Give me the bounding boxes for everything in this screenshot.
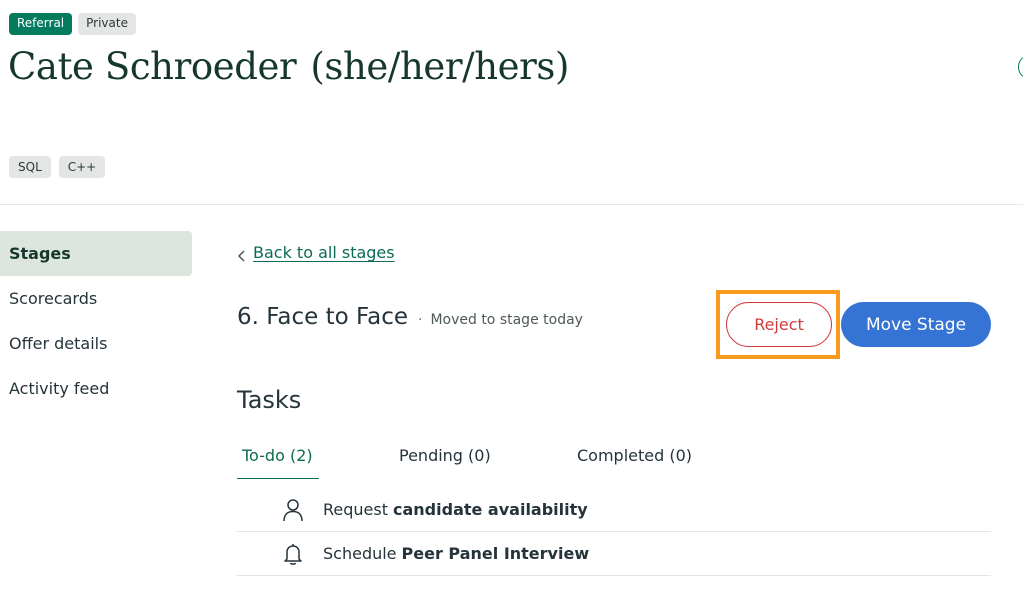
- stage-title: 6. Face to Face: [237, 304, 408, 330]
- sidebar-item-stages[interactable]: Stages: [0, 231, 192, 276]
- stage-separator: ·: [417, 312, 423, 328]
- reject-button[interactable]: Reject: [726, 302, 832, 347]
- header-divider: [0, 204, 1023, 205]
- move-stage-button[interactable]: Move Stage: [841, 302, 991, 347]
- tab-todo[interactable]: To-do (2): [237, 440, 319, 479]
- partial-circle-icon[interactable]: [1018, 56, 1023, 78]
- task-prefix: Schedule: [323, 544, 397, 563]
- task-subject: candidate availability: [393, 500, 588, 519]
- tasks-heading: Tasks: [237, 386, 302, 414]
- candidate-name-heading: Cate Schroeder (she/her/hers): [8, 45, 569, 88]
- sidebar-item-offer-details[interactable]: Offer details: [0, 321, 192, 366]
- task-prefix: Request: [323, 500, 388, 519]
- task-tabs: To-do (2) Pending (0) Completed (0): [237, 440, 991, 479]
- stage-moved-status: Moved to stage today: [430, 312, 583, 328]
- task-list: Request candidate availability Schedule Pe…: [236, 488, 991, 576]
- sidebar-item-scorecards[interactable]: Scorecards: [0, 276, 192, 321]
- candidate-name: Cate Schroeder: [8, 45, 297, 88]
- task-subject: Peer Panel Interview: [401, 544, 590, 563]
- private-badge: Private: [78, 13, 136, 35]
- tab-completed[interactable]: Completed (0): [577, 440, 692, 479]
- tag-sql: SQL: [9, 156, 51, 178]
- bell-icon: [281, 542, 305, 566]
- referral-badge: Referral: [9, 13, 73, 35]
- candidate-tags: SQL C++: [9, 156, 106, 178]
- task-row-request-availability[interactable]: Request candidate availability: [236, 488, 991, 532]
- back-to-stages-link[interactable]: Back to all stages: [237, 243, 395, 262]
- chevron-left-icon: [237, 247, 247, 262]
- task-row-schedule-interview[interactable]: Schedule Peer Panel Interview: [236, 532, 991, 576]
- candidate-badges: Referral Private: [9, 13, 136, 35]
- tag-cpp: C++: [58, 156, 106, 178]
- back-link-label: Back to all stages: [253, 243, 395, 262]
- sidebar-item-activity-feed[interactable]: Activity feed: [0, 366, 192, 411]
- person-icon: [281, 498, 305, 522]
- stage-header: 6. Face to Face · Moved to stage today: [237, 304, 583, 330]
- sidebar-nav: Stages Scorecards Offer details Activity…: [0, 231, 192, 411]
- candidate-pronouns: (she/her/hers): [310, 45, 570, 88]
- tab-pending[interactable]: Pending (0): [399, 440, 491, 479]
